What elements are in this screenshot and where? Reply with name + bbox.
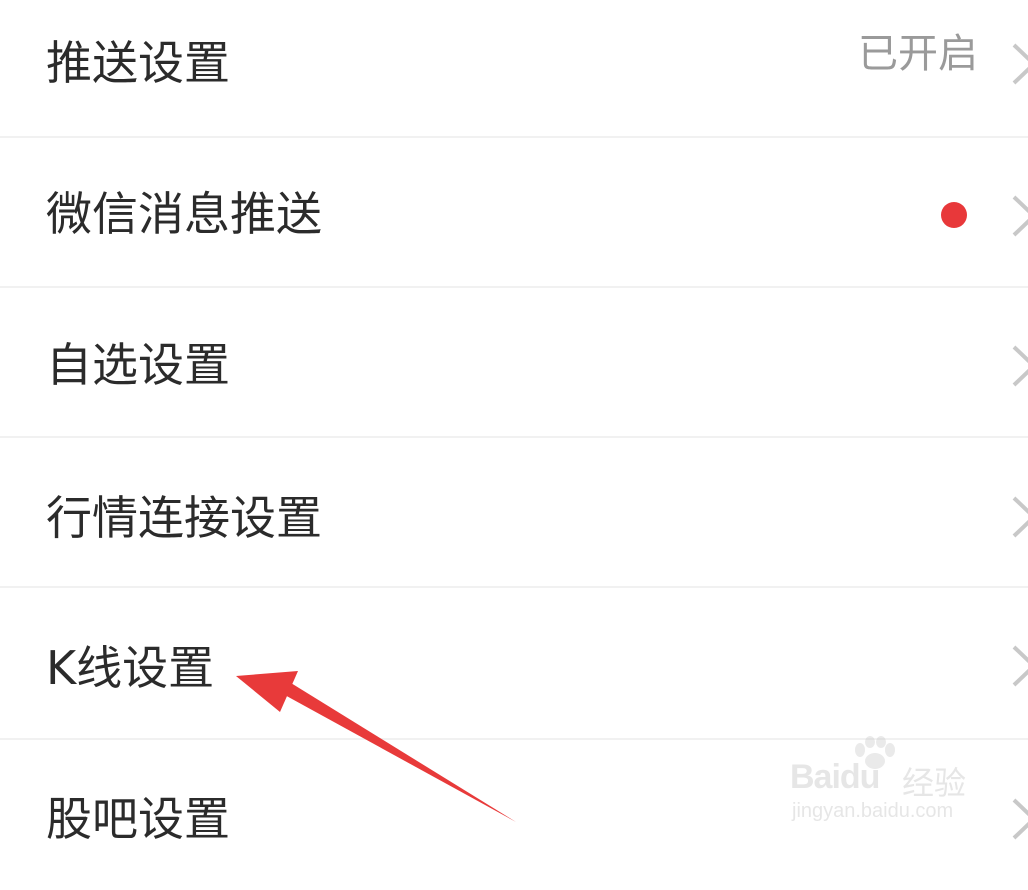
settings-item-label: 自选设置	[46, 338, 230, 392]
chevron-right-icon	[1010, 494, 1028, 540]
watermark-url: jingyan.baidu.com	[792, 800, 954, 822]
baidu-jingyan-watermark: Baidu 经验 jingyan.baidu.com	[790, 736, 990, 826]
push-status-text: 已开启	[858, 31, 978, 77]
chevron-right-icon	[1010, 41, 1028, 87]
settings-item-label: K线设置	[46, 641, 215, 695]
chevron-right-icon	[1010, 643, 1028, 689]
red-dot-badge	[941, 202, 967, 228]
settings-item-label: 股吧设置	[46, 792, 230, 846]
watermark-product: 经验	[902, 764, 967, 802]
settings-item-wechat-push[interactable]: 微信消息推送	[0, 138, 1028, 288]
chevron-right-icon	[1010, 343, 1028, 389]
settings-item-push[interactable]: 推送设置 已开启	[0, 0, 1028, 138]
settings-item-kline[interactable]: K线设置	[0, 590, 1028, 740]
chevron-right-icon	[1010, 796, 1028, 842]
settings-item-watchlist[interactable]: 自选设置	[0, 288, 1028, 438]
settings-item-label: 行情连接设置	[46, 491, 322, 545]
settings-list: 推送设置 已开启 微信消息推送 自选设置 行情连接设置 K线设置 股吧设置	[0, 0, 1028, 844]
watermark-brand: Baidu	[790, 758, 880, 796]
settings-item-quote-connection[interactable]: 行情连接设置	[0, 438, 1028, 588]
settings-item-label: 推送设置	[46, 36, 230, 90]
chevron-right-icon	[1010, 193, 1028, 239]
settings-item-label: 微信消息推送	[46, 187, 322, 241]
